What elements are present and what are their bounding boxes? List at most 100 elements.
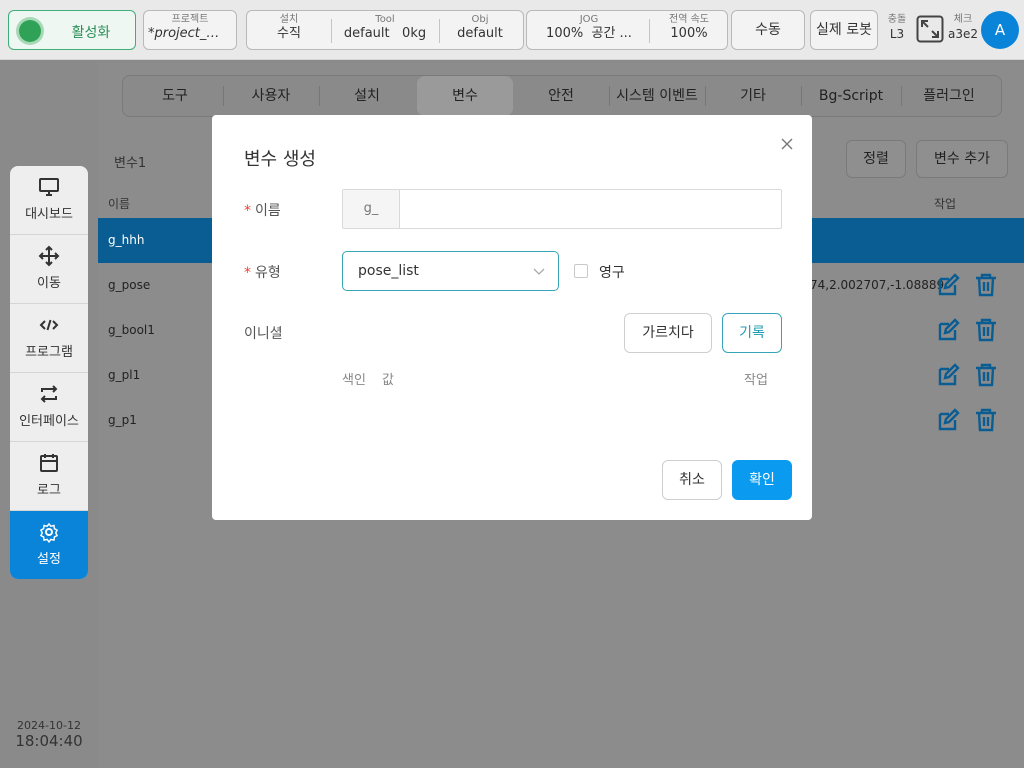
collision-value: L3: [889, 27, 905, 41]
speed-value: 100%: [670, 26, 708, 41]
sidebar-item-dashboard[interactable]: 대시보드: [10, 166, 88, 235]
divider: [649, 19, 650, 43]
trash-icon[interactable]: [974, 408, 998, 432]
sidebar-item-log[interactable]: 로그: [10, 442, 88, 511]
initial-label: 이니셜: [244, 326, 283, 342]
speed-label: 전역 속도: [669, 14, 709, 25]
cancel-button[interactable]: 취소: [662, 460, 722, 500]
persistent-label: 영구: [599, 265, 625, 281]
avatar[interactable]: A: [981, 11, 1019, 49]
name-prefix: g_: [343, 190, 400, 228]
name-field-label: * 이름: [244, 203, 281, 219]
install-label: 설치: [279, 14, 299, 25]
tab-variables[interactable]: 변수: [417, 76, 513, 116]
edit-icon[interactable]: [936, 318, 960, 342]
sidebar-item-program[interactable]: 프로그램: [10, 304, 88, 373]
collision-level[interactable]: 충돌 L3: [882, 14, 912, 42]
check-status[interactable]: 체크 a3e2: [946, 14, 980, 42]
jog-label: JOG: [579, 14, 599, 25]
sidebar-item-label: 프로그램: [25, 345, 73, 360]
trash-icon[interactable]: [974, 363, 998, 387]
column-header-name: 이름: [108, 197, 131, 211]
trash-icon[interactable]: [974, 273, 998, 297]
column-header-index: 색인: [342, 373, 366, 388]
sidebar-item-move[interactable]: 이동: [10, 235, 88, 304]
check-value: a3e2: [947, 27, 978, 41]
tab-system-event[interactable]: 시스템 이벤트: [609, 76, 705, 116]
gear-icon: [39, 522, 59, 543]
code-icon: [39, 319, 59, 331]
sort-button[interactable]: 정렬: [846, 140, 906, 178]
type-field-label: * 유형: [244, 265, 281, 281]
type-select[interactable]: pose_list: [342, 251, 559, 291]
variable-name: g_pl1: [108, 368, 141, 382]
trash-icon[interactable]: [974, 228, 998, 252]
divider: [439, 19, 440, 43]
activate-button[interactable]: 활성화: [8, 10, 136, 50]
teach-button[interactable]: 가르치다: [624, 313, 712, 353]
column-header-value: 값: [382, 373, 394, 388]
jog-panel[interactable]: JOG 100% 공간 ... 전역 속도 100%: [526, 10, 728, 50]
required-marker: *: [244, 265, 251, 281]
install-info-panel[interactable]: 설치 수직 Tool default 0kg Obj default: [246, 10, 524, 50]
project-selector[interactable]: 프로젝트 *project_mo...: [143, 10, 237, 50]
close-icon[interactable]: [780, 137, 794, 151]
column-header-action: 작업: [934, 197, 957, 211]
type-select-value: pose_list: [358, 263, 419, 279]
persistent-checkbox[interactable]: [574, 264, 588, 278]
tab-bg-script[interactable]: Bg-Script: [801, 76, 901, 116]
edit-icon[interactable]: [936, 363, 960, 387]
monitor-icon: [39, 178, 59, 196]
tab-tool[interactable]: 도구: [127, 76, 223, 116]
column-header-action: 작업: [744, 373, 768, 388]
tab-plugin[interactable]: 플러그인: [901, 76, 997, 116]
variable-value: 74,2.002707,-1.08889: [810, 278, 945, 292]
move-icon: [38, 245, 60, 267]
edit-icon[interactable]: [936, 228, 960, 252]
confirm-button[interactable]: 확인: [732, 460, 792, 500]
edit-icon[interactable]: [936, 273, 960, 297]
tab-install[interactable]: 설치: [319, 76, 415, 116]
record-button[interactable]: 기록: [722, 313, 782, 353]
tab-user[interactable]: 사용자: [223, 76, 319, 116]
required-marker: *: [244, 203, 251, 219]
check-label: 체크: [953, 14, 973, 25]
real-robot-button[interactable]: 실제 로봇: [810, 10, 878, 50]
variable-name: g_p1: [108, 413, 137, 427]
dialog-title: 변수 생성: [244, 149, 316, 170]
variable-name: g_bool1: [108, 323, 155, 337]
tab-safety[interactable]: 안전: [513, 76, 609, 116]
clock: 2024-10-12 18:04:40: [10, 719, 88, 750]
activate-label: 활성화: [71, 25, 111, 41]
variable-name: g_hhh: [108, 233, 145, 247]
swap-icon: [40, 385, 58, 403]
sidebar-item-label: 대시보드: [25, 207, 73, 222]
divider: [331, 19, 332, 43]
tool-value: default 0kg: [343, 26, 427, 41]
sidebar-item-settings[interactable]: 설정: [10, 511, 88, 579]
jog-value: 100% 공간 ...: [546, 26, 632, 41]
name-input-group: g_: [342, 189, 782, 229]
variable-name-input[interactable]: [401, 191, 779, 227]
sidebar: 대시보드 이동 프로그램 인터페이스 로그 설정: [10, 166, 88, 579]
tab-other[interactable]: 기타: [705, 76, 801, 116]
clock-date: 2024-10-12: [17, 719, 81, 732]
tool-label: Tool: [375, 14, 395, 25]
sidebar-item-label: 로그: [37, 483, 61, 498]
sidebar-item-interface[interactable]: 인터페이스: [10, 373, 88, 442]
trash-icon[interactable]: [974, 318, 998, 342]
calendar-icon: [40, 454, 58, 472]
collision-label: 충돌: [887, 14, 907, 25]
expand-icon[interactable]: [916, 15, 944, 43]
obj-value: default: [457, 26, 503, 41]
variables-heading: 변수1: [114, 156, 147, 171]
add-variable-button[interactable]: 변수 추가: [916, 140, 1008, 178]
project-label: 프로젝트: [171, 14, 209, 25]
install-value: 수직: [277, 26, 301, 41]
sidebar-item-label: 이동: [37, 276, 61, 291]
edit-icon[interactable]: [936, 408, 960, 432]
manual-mode-button[interactable]: 수동: [731, 10, 805, 50]
variable-name: g_pose: [108, 278, 151, 292]
create-variable-dialog: 변수 생성 * 이름 g_ * 유형 pose_list 영구 이니셜 가르치다 기…: [212, 115, 812, 520]
sidebar-item-label: 인터페이스: [19, 414, 79, 429]
